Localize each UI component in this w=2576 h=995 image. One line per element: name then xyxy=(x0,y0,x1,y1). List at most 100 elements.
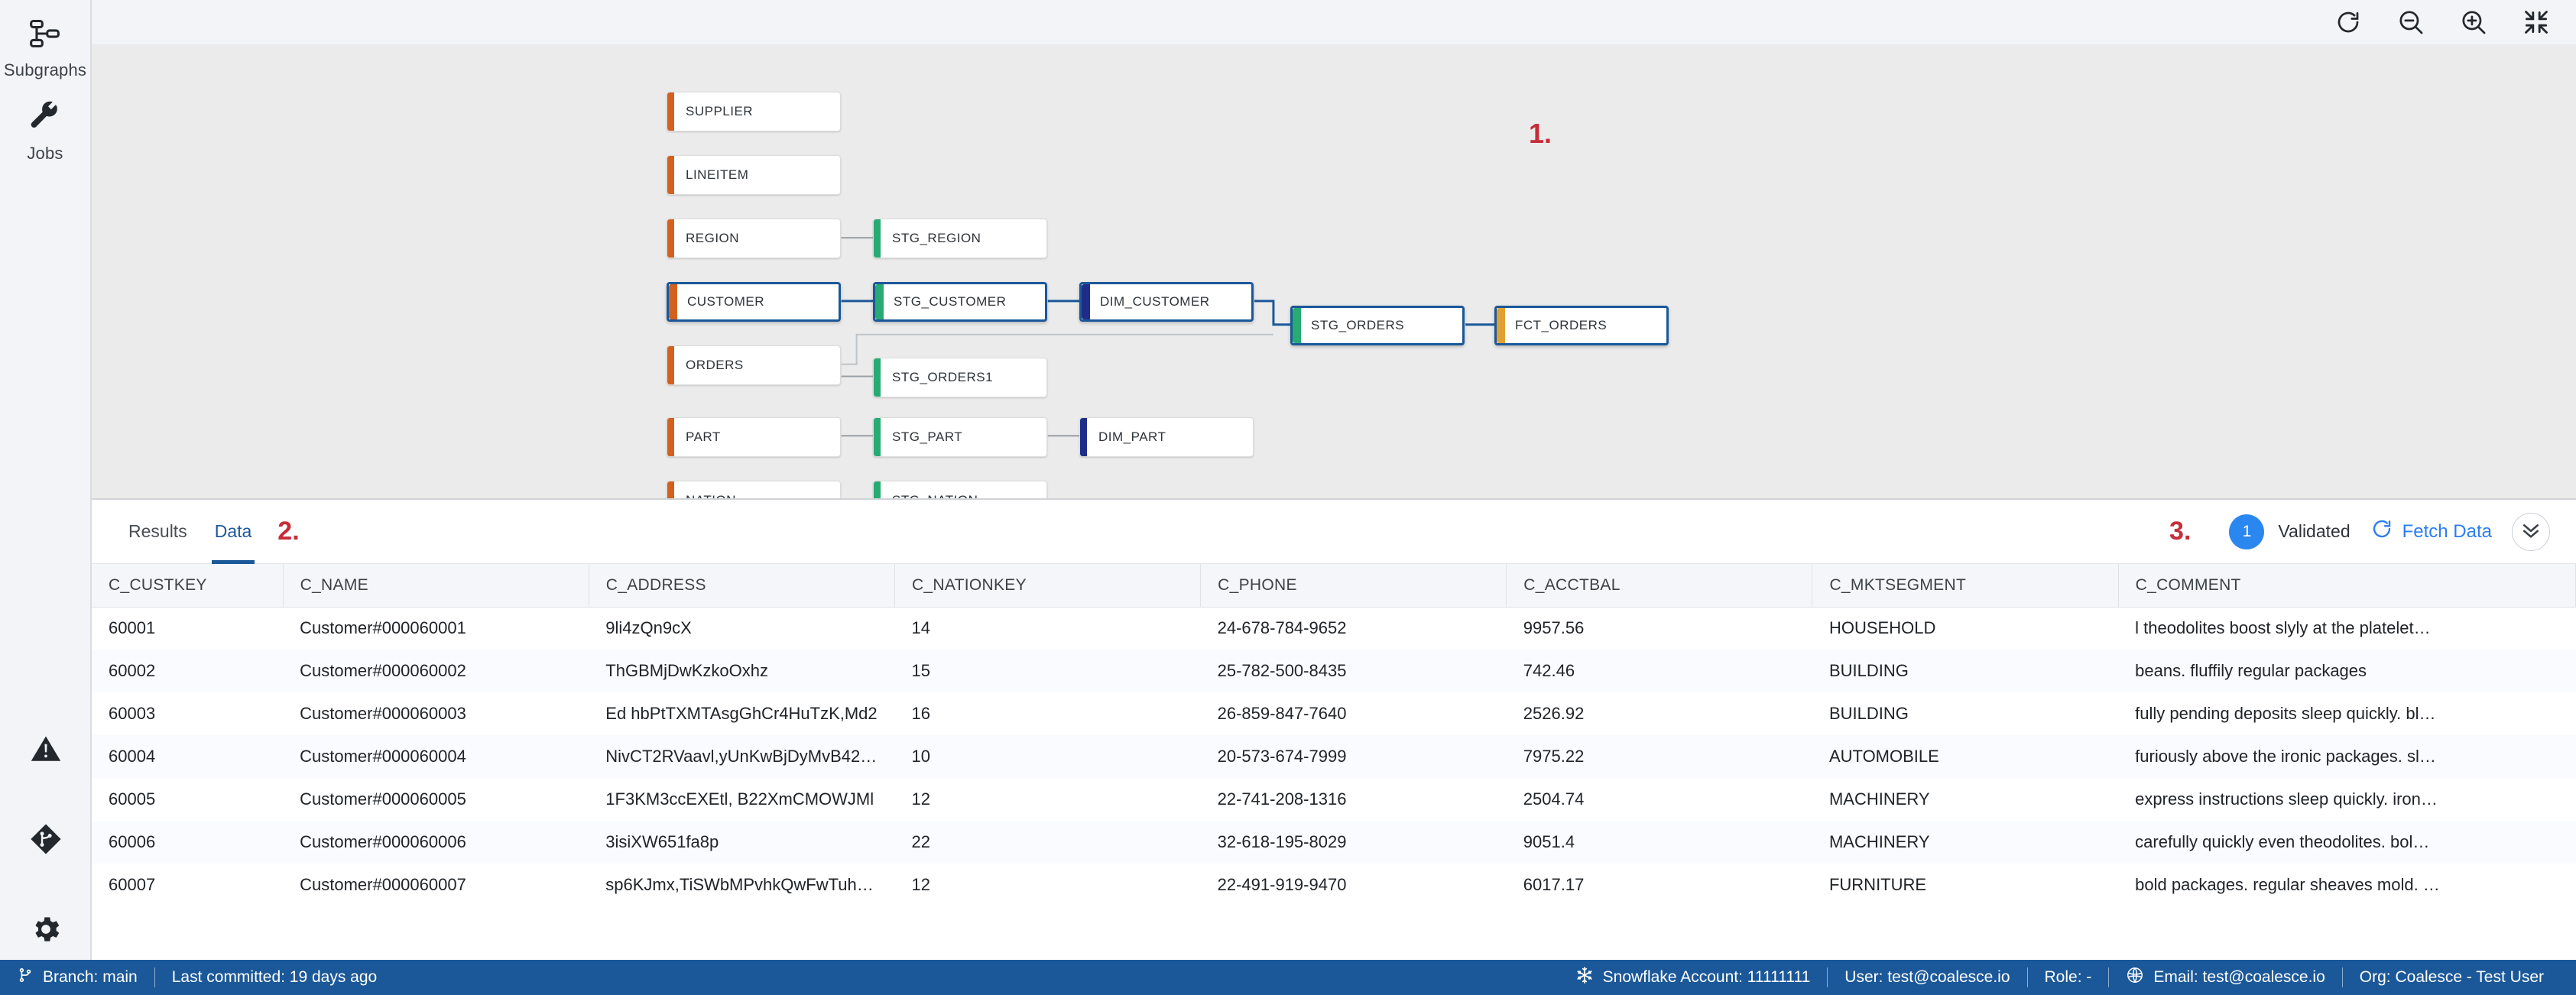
cell-c_mktsegment[interactable]: HOUSEHOLD xyxy=(1812,607,2118,650)
cell-c_mktsegment[interactable]: AUTOMOBILE xyxy=(1812,735,2118,778)
cell-c_custkey[interactable]: 60007 xyxy=(92,864,283,906)
cell-c_nationkey[interactable]: 12 xyxy=(894,864,1200,906)
column-header-c_mktsegment[interactable]: C_MKTSEGMENT xyxy=(1812,564,2119,608)
cell-c_comment[interactable]: bold packages. regular sheaves mold. … xyxy=(2118,864,2575,906)
cell-c_name[interactable]: Customer#000060006 xyxy=(283,821,589,864)
cell-c_name[interactable]: Customer#000060007 xyxy=(283,864,589,906)
cell-c_nationkey[interactable]: 15 xyxy=(894,650,1200,692)
table-row[interactable]: 60002 Customer#000060002 ThGBMjDwKzkoOxhz 1… xyxy=(92,650,2576,692)
graph-node-dim_customer[interactable]: DIM_CUSTOMER xyxy=(1079,282,1254,322)
tab-data[interactable]: Data xyxy=(201,500,266,564)
cell-c_phone[interactable]: 25-782-500-8435 xyxy=(1201,650,1507,692)
status-branch[interactable]: Branch: main xyxy=(0,967,154,988)
cell-c_comment[interactable]: furiously above the ironic packages. sl… xyxy=(2118,735,2575,778)
status-email[interactable]: Email: test@coalesce.io xyxy=(2109,966,2341,989)
graph-node-stg_customer[interactable]: STG_CUSTOMER xyxy=(873,282,1047,322)
cell-c_comment[interactable]: carefully quickly even theodolites. bol… xyxy=(2118,821,2575,864)
cell-c_comment[interactable]: beans. fluffily regular packages xyxy=(2118,650,2575,692)
cell-c_phone[interactable]: 20-573-674-7999 xyxy=(1201,735,1507,778)
cell-c_comment[interactable]: express instructions sleep quickly. iron… xyxy=(2118,778,2575,821)
validation-status[interactable]: 1 Validated xyxy=(2229,514,2351,549)
cell-c_name[interactable]: Customer#000060001 xyxy=(283,607,589,650)
cell-c_nationkey[interactable]: 22 xyxy=(894,821,1200,864)
cell-c_phone[interactable]: 32-618-195-8029 xyxy=(1201,821,1507,864)
sidebar-item-subgraphs[interactable]: Subgraphs xyxy=(0,0,91,80)
cell-c_nationkey[interactable]: 10 xyxy=(894,735,1200,778)
cell-c_mktsegment[interactable]: BUILDING xyxy=(1812,692,2118,735)
graph-node-supplier[interactable]: SUPPLIER xyxy=(667,92,841,131)
cell-c_acctbal[interactable]: 6017.17 xyxy=(1507,864,1812,906)
cell-c_address[interactable]: ThGBMjDwKzkoOxhz xyxy=(589,650,894,692)
cell-c_name[interactable]: Customer#000060002 xyxy=(283,650,589,692)
column-header-c_name[interactable]: C_NAME xyxy=(283,564,589,608)
table-row[interactable]: 60003 Customer#000060003 Ed hbPtTXMTAsgGhC… xyxy=(92,692,2576,735)
zoom-out-icon[interactable] xyxy=(2394,5,2428,39)
cell-c_mktsegment[interactable]: MACHINERY xyxy=(1812,821,2118,864)
cell-c_address[interactable]: 1F3KM3ccEXEtl, B22XmCMOWJMl xyxy=(589,778,894,821)
cell-c_mktsegment[interactable]: BUILDING xyxy=(1812,650,2118,692)
graph-node-lineitem[interactable]: LINEITEM xyxy=(667,155,841,195)
graph-node-part[interactable]: PART xyxy=(667,417,841,457)
cell-c_address[interactable]: sp6KJmx,TiSWbMPvhkQwFwTuhSi4a5… xyxy=(589,864,894,906)
fit-to-screen-icon[interactable] xyxy=(2519,5,2553,39)
git-branch-icon[interactable] xyxy=(26,819,66,859)
status-snowflake-account[interactable]: Snowflake Account: 11111111 xyxy=(1559,966,1828,989)
cell-c_phone[interactable]: 26-859-847-7640 xyxy=(1201,692,1507,735)
table-row[interactable]: 60005 Customer#000060005 1F3KM3ccEXEtl, B2… xyxy=(92,778,2576,821)
lineage-graph-canvas[interactable]: SUPPLIER LINEITEM REGION STG_REGION CUSTOMER… xyxy=(92,44,2576,500)
cell-c_name[interactable]: Customer#000060005 xyxy=(283,778,589,821)
cell-c_nationkey[interactable]: 16 xyxy=(894,692,1200,735)
zoom-in-icon[interactable] xyxy=(2457,5,2490,39)
cell-c_comment[interactable]: fully pending deposits sleep quickly. bl… xyxy=(2118,692,2575,735)
column-header-c_nationkey[interactable]: C_NATIONKEY xyxy=(894,564,1202,608)
table-row[interactable]: 60007 Customer#000060007 sp6KJmx,TiSWbMPvh… xyxy=(92,864,2576,906)
cell-c_acctbal[interactable]: 2504.74 xyxy=(1507,778,1812,821)
column-header-c_phone[interactable]: C_PHONE xyxy=(1200,564,1507,608)
cell-c_acctbal[interactable]: 9957.56 xyxy=(1507,607,1812,650)
column-header-c_address[interactable]: C_ADDRESS xyxy=(589,564,895,608)
cell-c_custkey[interactable]: 60006 xyxy=(92,821,283,864)
graph-node-dim_part[interactable]: DIM_PART xyxy=(1079,417,1254,457)
cell-c_name[interactable]: Customer#000060004 xyxy=(283,735,589,778)
graph-node-customer[interactable]: CUSTOMER xyxy=(667,282,841,322)
column-header-c_comment[interactable]: C_COMMENT xyxy=(2118,564,2576,608)
graph-node-region[interactable]: REGION xyxy=(667,219,841,258)
cell-c_acctbal[interactable]: 7975.22 xyxy=(1507,735,1812,778)
cell-c_mktsegment[interactable]: FURNITURE xyxy=(1812,864,2118,906)
cell-c_custkey[interactable]: 60002 xyxy=(92,650,283,692)
cell-c_acctbal[interactable]: 742.46 xyxy=(1507,650,1812,692)
table-row[interactable]: 60001 Customer#000060001 9li4zQn9cX 14 24-67… xyxy=(92,607,2576,650)
table-row[interactable]: 60004 Customer#000060004 NivCT2RVaavl,yUnK… xyxy=(92,735,2576,778)
cell-c_phone[interactable]: 22-491-919-9470 xyxy=(1201,864,1507,906)
problems-icon[interactable] xyxy=(26,729,66,769)
graph-node-stg_orders1[interactable]: STG_ORDERS1 xyxy=(873,358,1047,397)
cell-c_nationkey[interactable]: 12 xyxy=(894,778,1200,821)
cell-c_comment[interactable]: l theodolites boost slyly at the platele… xyxy=(2118,607,2575,650)
tab-results[interactable]: Results xyxy=(115,500,201,564)
cell-c_phone[interactable]: 24-678-784-9652 xyxy=(1201,607,1507,650)
graph-node-fct_orders[interactable]: FCT_ORDERS xyxy=(1494,306,1669,345)
graph-node-stg_nation[interactable]: STG_NATION xyxy=(873,481,1047,498)
cell-c_name[interactable]: Customer#000060003 xyxy=(283,692,589,735)
table-row[interactable]: 60006 Customer#000060006 3isiXW651fa8p 22 32… xyxy=(92,821,2576,864)
cell-c_custkey[interactable]: 60001 xyxy=(92,607,283,650)
data-table-wrapper[interactable]: C_CUSTKEY C_NAME C_ADDRESS C_NATIONKEY C_PHO… xyxy=(92,564,2576,995)
graph-node-stg_orders[interactable]: STG_ORDERS xyxy=(1290,306,1465,345)
cell-c_phone[interactable]: 22-741-208-1316 xyxy=(1201,778,1507,821)
graph-node-nation[interactable]: NATION xyxy=(667,481,841,498)
cell-c_custkey[interactable]: 60005 xyxy=(92,778,283,821)
cell-c_address[interactable]: Ed hbPtTXMTAsgGhCr4HuTzK,Md2 xyxy=(589,692,894,735)
cell-c_custkey[interactable]: 60003 xyxy=(92,692,283,735)
fetch-data-button[interactable]: Fetch Data xyxy=(2370,517,2492,546)
cell-c_address[interactable]: 3isiXW651fa8p xyxy=(589,821,894,864)
sidebar-item-jobs[interactable]: Jobs xyxy=(0,80,91,164)
graph-node-orders[interactable]: ORDERS xyxy=(667,345,841,385)
cell-c_mktsegment[interactable]: MACHINERY xyxy=(1812,778,2118,821)
refresh-icon[interactable] xyxy=(2331,5,2365,39)
graph-node-stg_region[interactable]: STG_REGION xyxy=(873,219,1047,258)
cell-c_nationkey[interactable]: 14 xyxy=(894,607,1200,650)
collapse-panel-button[interactable] xyxy=(2512,512,2550,551)
column-header-c_acctbal[interactable]: C_ACCTBAL xyxy=(1506,564,1813,608)
cell-c_custkey[interactable]: 60004 xyxy=(92,735,283,778)
graph-node-stg_part[interactable]: STG_PART xyxy=(873,417,1047,457)
